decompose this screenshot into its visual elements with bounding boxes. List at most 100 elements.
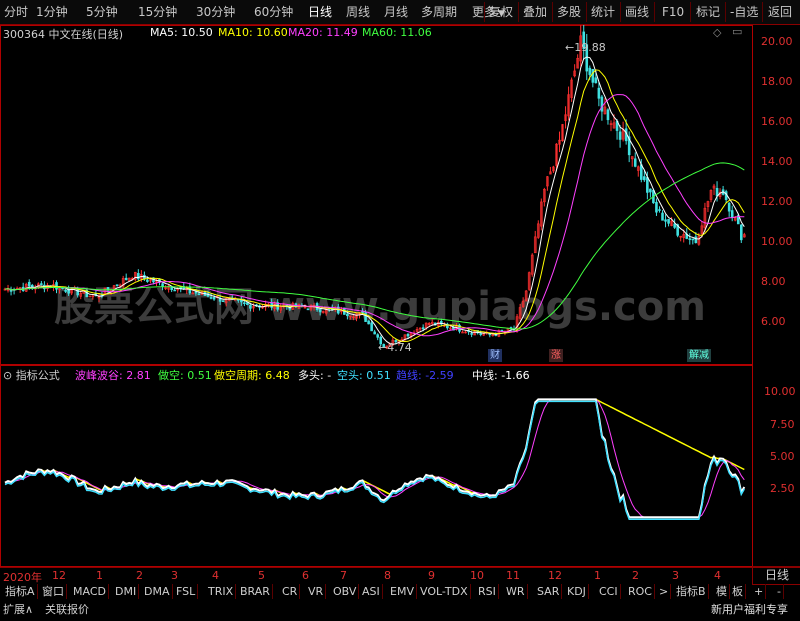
date-tick: 8 (384, 569, 391, 582)
period-monthly[interactable]: 月线 (384, 3, 408, 21)
candle-body (40, 283, 43, 285)
candle-body (212, 297, 216, 300)
indicator-tab[interactable]: OBV (331, 584, 360, 599)
indicator-tab[interactable]: FSL (174, 584, 199, 599)
indicator-tab[interactable]: MACD (71, 584, 109, 599)
zuokong-value: 做空: 0.51 (158, 369, 212, 382)
indicator-tab[interactable]: > (657, 584, 672, 599)
duotou-value: 多头: - (298, 369, 332, 382)
new-user-promo-link[interactable]: 新用户福利专享 (711, 602, 788, 618)
fuquan-button[interactable]: 复权 (489, 3, 513, 21)
indicator-tab[interactable]: + (752, 584, 767, 599)
candle-body (688, 238, 692, 240)
indicator-tab[interactable]: DMA (142, 584, 173, 599)
indicator-tab[interactable]: 指标B (674, 584, 709, 599)
indicator-tab[interactable]: VR (306, 584, 327, 599)
back-button[interactable]: 返回 (768, 3, 792, 21)
indicator-chart[interactable] (0, 365, 800, 567)
y-label: 20.00 (761, 35, 793, 48)
y-label: 6.00 (761, 315, 786, 328)
period-fenshi[interactable]: 分时 (4, 3, 28, 21)
period-15min[interactable]: 15分钟 (138, 3, 177, 21)
candle-body (588, 67, 592, 75)
candle-body (667, 219, 670, 224)
candle-body (137, 273, 140, 280)
candle-body (606, 109, 610, 121)
period-weekly[interactable]: 周线 (346, 3, 370, 21)
period-60min[interactable]: 60分钟 (254, 3, 293, 21)
indicator-tab[interactable]: 模 (714, 584, 730, 599)
indicator-tab[interactable]: CR (280, 584, 301, 599)
candle-body (173, 289, 176, 292)
candle-body (739, 224, 743, 241)
date-tick: 5 (258, 569, 265, 582)
toolbar-divider (484, 2, 485, 22)
candle-body (367, 320, 370, 325)
indicator-tab[interactable]: BRAR (238, 584, 273, 599)
indicator-tab[interactable]: EMV (388, 584, 417, 599)
indicator-tab[interactable]: 窗口 (40, 584, 67, 599)
kline-chart[interactable]: 股票公式网 www.gupiaogs.com (0, 25, 800, 365)
indicator-tab[interactable]: SAR (535, 584, 563, 599)
candle-body (243, 302, 246, 305)
toolbar-divider (552, 2, 553, 22)
ind-white-line (4, 398, 746, 519)
related-quote-tab[interactable]: 关联报价 (45, 602, 89, 618)
period-1min[interactable]: 1分钟 (36, 3, 68, 21)
period-multi[interactable]: 多周期 (421, 3, 457, 21)
candle-body (673, 223, 676, 228)
candle-body (55, 282, 58, 290)
kongtou-value: 空头: 0.51 (337, 369, 391, 382)
limit-up-event-mark[interactable]: 涨 (549, 349, 563, 362)
indicator-tab[interactable]: VOL-TDX (418, 584, 471, 599)
high-price-label: ←19.88 (565, 41, 606, 54)
candle-body (661, 212, 664, 221)
indicator-tab[interactable]: - (775, 584, 784, 599)
indicator-tab[interactable]: CCI (597, 584, 621, 599)
indicator-tab[interactable]: WR (504, 584, 528, 599)
candle-body (76, 288, 80, 296)
ma20-value: MA20: 11.49 (288, 26, 358, 39)
indicator-tab[interactable]: 指标A (3, 584, 38, 599)
zhuixian-value: 趋线: -2.59 (396, 369, 454, 382)
expand-button[interactable]: 扩展∧ (3, 602, 33, 618)
f10-button[interactable]: F10 (662, 3, 684, 21)
remove-favorite-button[interactable]: -自选 (730, 3, 758, 21)
date-tick: 4 (714, 569, 721, 582)
indicator-tab[interactable]: 板 (730, 584, 746, 599)
menu-icon[interactable]: ▭ (732, 25, 742, 38)
toolbar-divider (654, 2, 655, 22)
period-5min[interactable]: 5分钟 (86, 3, 118, 21)
indicator-tab[interactable]: ROC (626, 584, 655, 599)
candle-body (376, 334, 379, 338)
indicator-tab[interactable]: RSI (476, 584, 499, 599)
candle-body (646, 177, 649, 193)
diamond-icon[interactable]: ◇ (713, 26, 721, 39)
indicator-title[interactable]: ⊙ 指标公式 (3, 367, 60, 383)
period-30min[interactable]: 30分钟 (196, 3, 235, 21)
draw-line-button[interactable]: 画线 (625, 3, 649, 21)
candle-body (346, 313, 349, 317)
candle-body (597, 87, 601, 99)
candle-body (715, 188, 719, 197)
candle-body (406, 333, 410, 337)
unlock-event-mark[interactable]: 解减 (687, 349, 711, 362)
y-label: 10.00 (761, 235, 793, 248)
toolbar-divider (690, 2, 691, 22)
multi-stock-button[interactable]: 多股 (557, 3, 581, 21)
candle-body (197, 293, 201, 296)
y-label: 8.00 (761, 275, 786, 288)
stats-button[interactable]: 统计 (591, 3, 615, 21)
indicator-tab[interactable]: ASI (360, 584, 383, 599)
mark-button[interactable]: 标记 (696, 3, 720, 21)
period-daily[interactable]: 日线 (308, 3, 332, 21)
overlay-button[interactable]: 叠加 (523, 3, 547, 21)
finance-event-mark[interactable]: 财 (488, 349, 502, 362)
stock-title: 300364 中文在线(日线) (3, 28, 124, 41)
period-indicator[interactable]: 日线 (752, 566, 800, 585)
indicator-tab[interactable]: DMI (113, 584, 140, 599)
indicator-tab[interactable]: KDJ (565, 584, 589, 599)
indicator-tab[interactable]: TRIX (206, 584, 237, 599)
toolbar-divider (620, 2, 621, 22)
date-tick: 3 (672, 569, 679, 582)
